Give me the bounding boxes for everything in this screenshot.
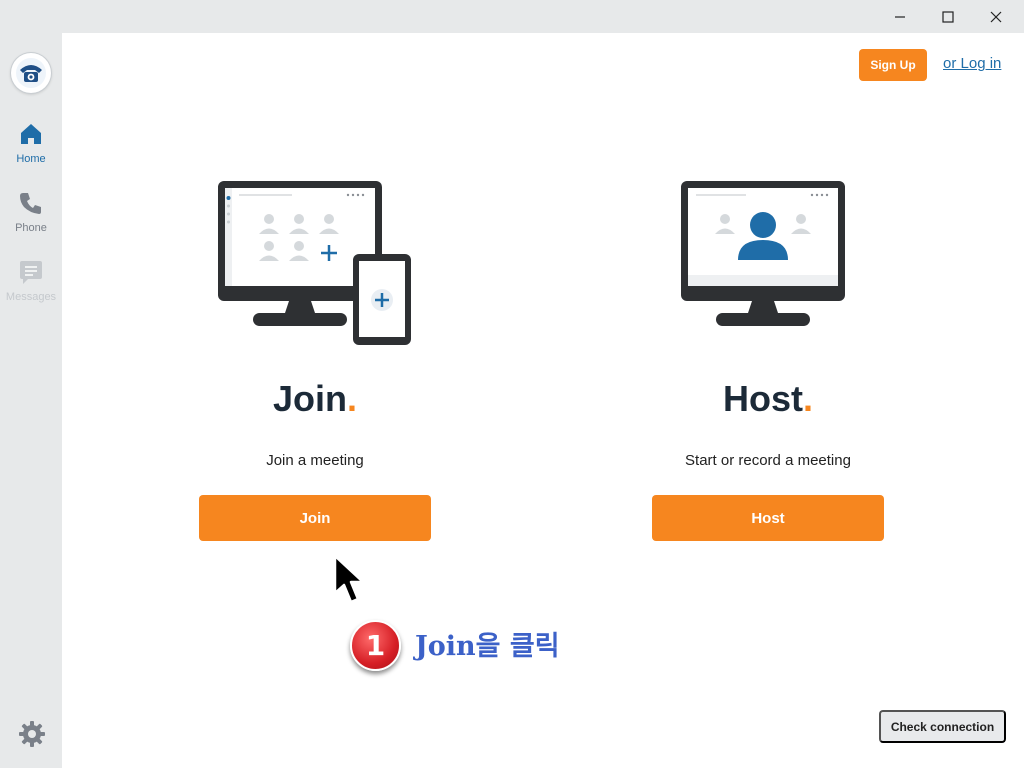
sidebar-item-label: Home (16, 153, 46, 165)
app-logo (11, 53, 51, 93)
maximize-button[interactable] (924, 0, 972, 33)
minimize-icon (895, 15, 905, 18)
host-button[interactable]: Host (652, 495, 884, 541)
close-button[interactable] (972, 0, 1020, 33)
sidebar-item-label: Phone (15, 222, 47, 234)
mouse-cursor-icon (333, 554, 365, 604)
host-illustration (681, 181, 845, 326)
minimize-button[interactable] (876, 0, 924, 33)
annotation-text: Join을 클릭 (415, 631, 560, 662)
sidebar-item-messages[interactable]: Messages (0, 259, 62, 303)
close-icon (990, 11, 1002, 22)
title-bar (0, 0, 1024, 33)
sidebar-item-home[interactable]: Home (0, 121, 62, 165)
phone-icon (20, 193, 41, 214)
check-connection-button[interactable]: Check connection (879, 710, 1006, 743)
join-button[interactable]: Join (199, 495, 431, 541)
messages-icon (20, 261, 42, 284)
gear-icon (19, 721, 45, 747)
step-number-badge: 1 (350, 620, 401, 671)
sidebar: Home Phone Messages (0, 33, 62, 768)
home-icon (21, 124, 41, 144)
host-title: Host. (722, 378, 813, 419)
sidebar-item-label: Messages (5, 291, 57, 303)
sidebar-item-phone[interactable]: Phone (0, 190, 62, 234)
join-illustration (218, 181, 411, 345)
join-title: Join. (272, 378, 358, 419)
phone-logo-icon (16, 58, 46, 88)
host-subtitle: Start or record a meeting (685, 452, 851, 469)
maximize-icon (942, 10, 954, 23)
join-subtitle: Join a meeting (266, 452, 364, 469)
settings-button[interactable] (17, 719, 47, 749)
sign-up-button[interactable]: Sign Up (859, 49, 927, 81)
log-in-link[interactable]: or Log in (943, 55, 1001, 72)
